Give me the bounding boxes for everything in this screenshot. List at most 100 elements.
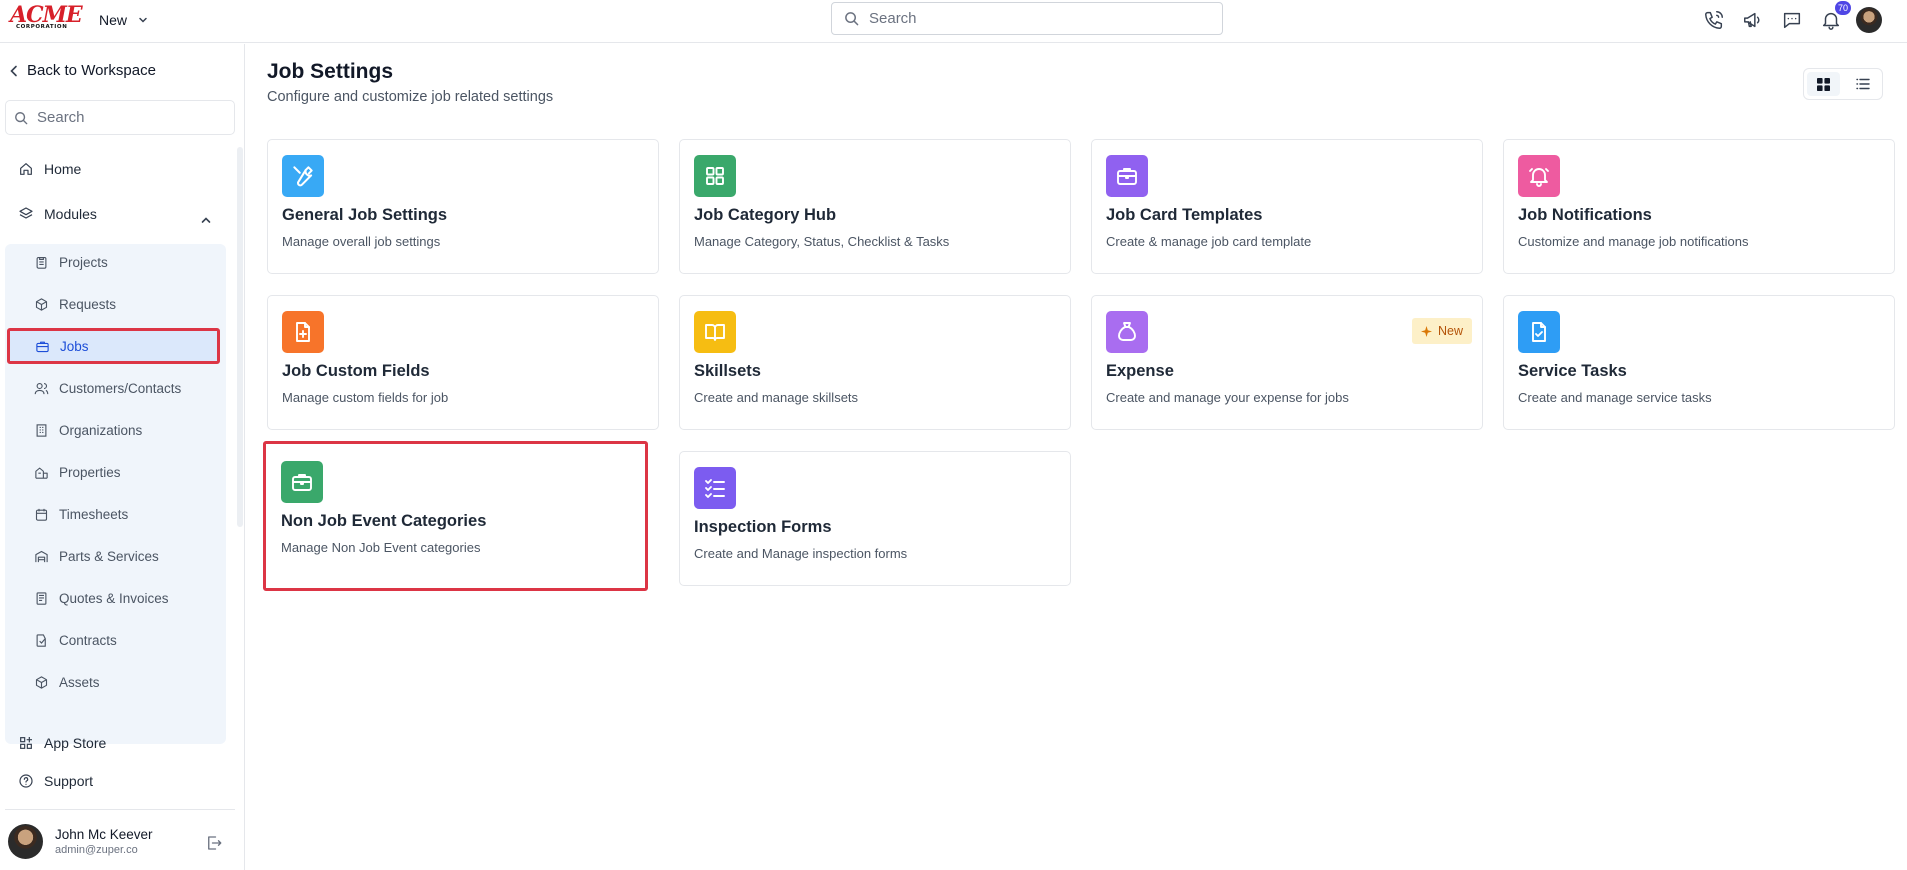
card-icon-bg [1106, 155, 1148, 197]
chevron-left-icon [9, 65, 19, 77]
card-description: Create and manage skillsets [694, 390, 859, 405]
bell-icon[interactable]: 70 [1817, 1, 1851, 34]
card-icon-bg [282, 311, 324, 353]
card-title: Inspection Forms [694, 518, 832, 536]
receipt-icon [34, 591, 49, 606]
sidebar-item-label: Organizations [59, 422, 143, 438]
sidebar-item-customers[interactable]: Customers/Contacts [5, 370, 226, 406]
chevron-down-icon [137, 14, 149, 26]
sidebar-item-label: Contracts [59, 632, 117, 648]
card-description: Manage Category, Status, Checklist & Tas… [694, 234, 950, 249]
top-bar: ACME CORPORATION New 70 [0, 0, 1907, 43]
card-title: Job Custom Fields [282, 362, 430, 380]
global-search[interactable] [831, 2, 1223, 35]
main-content: Job Settings Configure and customize job… [246, 44, 1907, 870]
sidebar-item-contracts[interactable]: Contracts [5, 622, 226, 658]
wrench-icon [290, 163, 316, 189]
card-icon-bg [281, 461, 323, 503]
card-job-custom-fields[interactable]: Job Custom Fields Manage custom fields f… [267, 295, 659, 430]
sidebar-item-timesheets[interactable]: Timesheets [5, 496, 226, 532]
card-icon-bg [282, 155, 324, 197]
card-icon-bg [694, 311, 736, 353]
grid-icon [703, 164, 727, 188]
contract-icon [34, 633, 49, 648]
sidebar-item-label: Projects [59, 254, 108, 270]
sidebar-item-organizations[interactable]: Organizations [5, 412, 226, 448]
sidebar-item-label: Assets [59, 674, 100, 690]
cube-check-icon [34, 297, 49, 312]
card-description: Create and manage service tasks [1518, 390, 1712, 405]
card-service-tasks[interactable]: Service Tasks Create and manage service … [1503, 295, 1895, 430]
card-title: Service Tasks [1518, 362, 1627, 380]
card-description: Create & manage job card template [1106, 234, 1312, 249]
sidebar-item-properties[interactable]: Properties [5, 454, 226, 490]
new-dropdown-button[interactable]: New [99, 10, 149, 30]
card-general-job-settings[interactable]: General Job Settings Manage overall job … [267, 139, 659, 274]
card-skillsets[interactable]: Skillsets Create and manage skillsets [679, 295, 1071, 430]
sidebar-item-projects[interactable]: Projects [5, 244, 226, 280]
sidebar: Back to Workspace Home Modules Projects … [0, 44, 245, 870]
sidebar-item-label: Quotes & Invoices [59, 590, 169, 606]
card-inspection-forms[interactable]: Inspection Forms Create and Manage inspe… [679, 451, 1071, 586]
briefcase-icon [35, 339, 50, 354]
sidebar-item-jobs[interactable]: Jobs [7, 328, 220, 364]
sidebar-item-label: Requests [59, 296, 117, 312]
list-icon [1855, 78, 1870, 90]
sidebar-item-requests[interactable]: Requests [5, 286, 226, 322]
global-search-input[interactable] [869, 10, 1222, 27]
sidebar-search[interactable] [5, 100, 235, 135]
user-avatar[interactable] [1856, 7, 1882, 33]
sidebar-item-label: Customers/Contacts [59, 380, 182, 396]
sidebar-item-modules[interactable]: Modules [18, 206, 97, 222]
phone-icon[interactable] [1700, 6, 1728, 34]
card-description: Create and Manage inspection forms [694, 546, 908, 561]
chat-icon[interactable] [1778, 6, 1806, 34]
sidebar-item-app-store[interactable]: App Store [18, 735, 106, 751]
box-icon [34, 675, 49, 690]
card-description: Customize and manage job notifications [1518, 234, 1749, 249]
sidebar-item-label: Timesheets [59, 506, 129, 522]
sidebar-item-label: Jobs [60, 338, 89, 354]
list-view-button[interactable] [1846, 72, 1879, 96]
building-icon [34, 423, 49, 438]
sidebar-item-quotes-invoices[interactable]: Quotes & Invoices [5, 580, 226, 616]
chevron-up-icon[interactable] [200, 214, 212, 226]
card-title: Job Notifications [1518, 206, 1652, 224]
sidebar-item-label: Modules [44, 206, 97, 222]
card-title: Job Category Hub [694, 206, 837, 224]
notification-badge: 70 [1834, 1, 1851, 15]
logout-icon[interactable] [205, 834, 223, 852]
calendar-icon [34, 507, 49, 522]
card-job-notifications[interactable]: Job Notifications Customize and manage j… [1503, 139, 1895, 274]
logo-main-text: ACME [10, 2, 83, 28]
sidebar-item-parts-services[interactable]: Parts & Services [5, 538, 226, 574]
page-subtitle: Configure and customize job related sett… [267, 89, 554, 105]
money-bag-icon [1115, 320, 1139, 344]
megaphone-icon[interactable] [1739, 6, 1767, 34]
card-expense[interactable]: New Expense Create and manage your expen… [1091, 295, 1483, 430]
back-label: Back to Workspace [27, 62, 156, 79]
page-title: Job Settings [267, 60, 394, 83]
sidebar-item-home[interactable]: Home [18, 161, 81, 177]
sidebar-scrollbar[interactable] [237, 147, 243, 527]
file-plus-icon [291, 320, 315, 344]
card-job-card-templates[interactable]: Job Card Templates Create & manage job c… [1091, 139, 1483, 274]
sidebar-item-support[interactable]: Support [18, 773, 93, 789]
house-icon [34, 465, 49, 480]
card-description: Manage overall job settings [282, 234, 441, 249]
app-grid-icon [18, 735, 34, 751]
card-icon-bg [694, 155, 736, 197]
card-title: Expense [1106, 362, 1174, 380]
sidebar-item-assets[interactable]: Assets [5, 664, 226, 700]
acme-logo[interactable]: ACME CORPORATION [10, 2, 83, 32]
card-non-job-event-categories[interactable]: Non Job Event Categories Manage Non Job … [263, 441, 648, 591]
new-tag-badge: New [1411, 318, 1472, 344]
card-description: Create and manage your expense for jobs [1106, 390, 1349, 405]
grid-view-button[interactable] [1807, 72, 1840, 96]
user-profile[interactable]: John Mc Keever admin@zuper.co [8, 824, 153, 859]
sidebar-search-input[interactable] [37, 109, 234, 126]
checklist-icon [703, 476, 727, 500]
layers-icon [18, 206, 34, 222]
back-to-workspace-link[interactable]: Back to Workspace [9, 62, 156, 79]
card-job-category-hub[interactable]: Job Category Hub Manage Category, Status… [679, 139, 1071, 274]
